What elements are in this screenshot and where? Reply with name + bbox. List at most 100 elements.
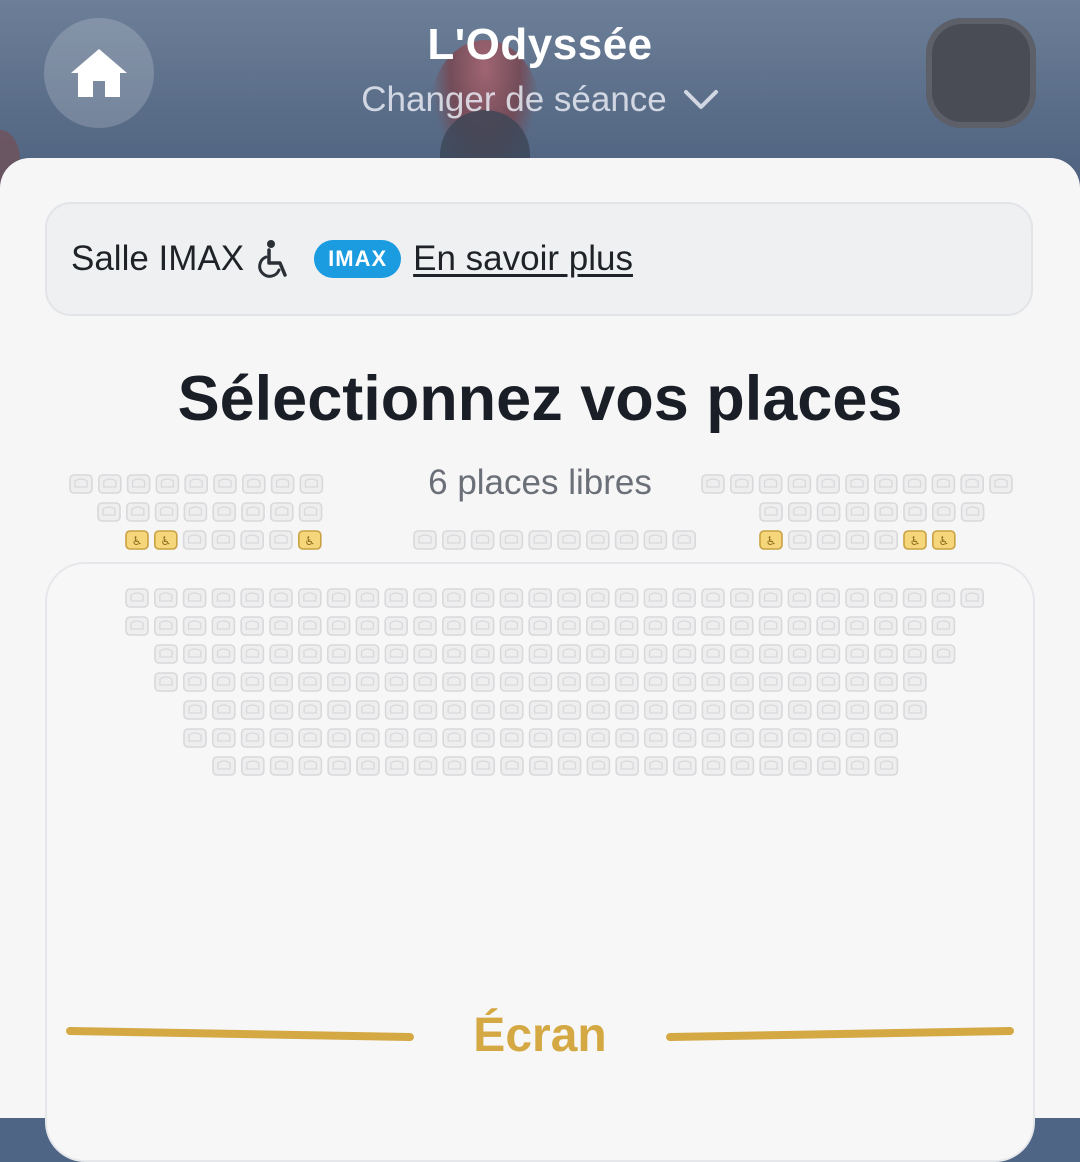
seat-unavailable	[182, 530, 207, 550]
seat-unavailable	[241, 756, 265, 776]
seat-unavailable	[499, 700, 524, 720]
seat-unavailable	[845, 616, 869, 636]
seat-accessible[interactable]: ♿	[903, 530, 927, 550]
seat-unavailable	[586, 672, 610, 692]
seat-unavailable	[500, 756, 524, 776]
seat-unavailable	[672, 700, 697, 720]
seat-unavailable	[183, 644, 207, 664]
seat-unavailable	[327, 756, 352, 776]
seat-unavailable	[643, 644, 668, 664]
seat-unavailable	[729, 588, 754, 608]
seat-unavailable	[845, 588, 869, 608]
seat-unavailable	[384, 700, 409, 720]
seat-accessible[interactable]: ♿	[759, 530, 783, 550]
seat-unavailable	[298, 728, 323, 748]
seat-unavailable	[528, 588, 553, 608]
seat-unavailable	[269, 756, 294, 776]
seat-unavailable	[211, 530, 236, 550]
seat-unavailable	[499, 644, 524, 664]
seat-unavailable	[787, 644, 812, 664]
seat-unavailable	[701, 672, 726, 692]
seat-unavailable	[384, 756, 409, 776]
seat-unavailable	[787, 672, 812, 692]
seat-accessible[interactable]: ♿	[931, 530, 956, 550]
seat-unavailable	[758, 588, 783, 608]
seat-accessible[interactable]: ♿	[154, 530, 178, 550]
seat-unavailable	[816, 616, 841, 636]
seat-unavailable	[874, 672, 898, 692]
seat-unavailable	[874, 728, 899, 748]
seat-unavailable	[528, 616, 553, 636]
seat-unavailable	[470, 672, 495, 692]
seat-unavailable	[154, 588, 178, 608]
seat-unavailable	[269, 530, 293, 550]
seat-unavailable	[355, 728, 380, 748]
seat-unavailable	[126, 502, 150, 522]
seat-unavailable	[69, 474, 93, 494]
seat-unavailable	[240, 588, 264, 608]
seat-unavailable	[585, 588, 610, 608]
seat-unavailable	[701, 700, 726, 720]
change-session-button[interactable]: Changer de séance	[0, 80, 1080, 120]
seat-unavailable	[874, 530, 899, 550]
seat-unavailable	[816, 700, 841, 720]
seat-unavailable	[326, 644, 351, 664]
seat-unavailable	[240, 728, 265, 748]
seat-unavailable	[615, 700, 639, 720]
seat-unavailable	[672, 644, 697, 664]
seat-unavailable	[902, 644, 927, 664]
seat-unavailable	[471, 728, 495, 748]
seat-unavailable	[787, 616, 812, 636]
seat-unavailable	[241, 502, 265, 522]
seat-unavailable	[903, 502, 927, 522]
seat-unavailable	[816, 672, 841, 692]
seat-unavailable	[701, 588, 725, 608]
seat-unavailable	[269, 672, 294, 692]
seat-unavailable	[643, 588, 668, 608]
seat-unavailable	[643, 616, 668, 636]
seat-unavailable	[902, 672, 927, 692]
menu-button[interactable]	[926, 18, 1036, 128]
seat-unavailable	[384, 672, 409, 692]
seat-unavailable	[873, 588, 898, 608]
seat-unavailable	[874, 644, 898, 664]
seat-unavailable	[441, 616, 466, 636]
seat-unavailable	[211, 616, 236, 636]
seat-unavailable	[442, 756, 467, 776]
seat-unavailable	[499, 672, 524, 692]
seat-unavailable	[183, 502, 208, 522]
seat-unavailable	[816, 588, 841, 608]
seat-unavailable	[212, 700, 236, 720]
seat-unavailable	[183, 672, 207, 692]
seat-unavailable	[730, 756, 755, 776]
seat-unavailable	[845, 700, 870, 720]
seat-accessible[interactable]: ♿	[297, 530, 322, 550]
seat-unavailable	[989, 474, 1013, 494]
seat-unavailable	[413, 756, 438, 776]
seat-unavailable	[758, 672, 783, 692]
seat-unavailable	[182, 616, 207, 636]
seat-unavailable	[183, 700, 207, 720]
seat-unavailable	[960, 588, 985, 608]
seat-unavailable	[299, 474, 324, 494]
seat-unavailable	[931, 588, 956, 608]
seat-unavailable	[269, 616, 293, 636]
seat-unavailable	[298, 672, 322, 692]
seat-unavailable	[845, 530, 870, 550]
seat-unavailable	[614, 530, 639, 550]
seat-unavailable	[326, 588, 351, 608]
seat-accessible[interactable]: ♿	[125, 530, 149, 550]
seat-unavailable	[184, 474, 208, 494]
seat-unavailable	[270, 474, 295, 494]
seat-unavailable	[816, 530, 841, 550]
seat-unavailable	[211, 588, 236, 608]
seat-unavailable	[816, 502, 841, 522]
seat-unavailable	[931, 616, 956, 636]
seat-unavailable	[672, 672, 697, 692]
seat-unavailable	[874, 756, 899, 776]
seat-unavailable	[240, 530, 264, 550]
seat-unavailable	[759, 700, 783, 720]
seat-unavailable	[787, 530, 812, 550]
seat-unavailable	[470, 616, 495, 636]
seat-unavailable	[98, 474, 122, 494]
